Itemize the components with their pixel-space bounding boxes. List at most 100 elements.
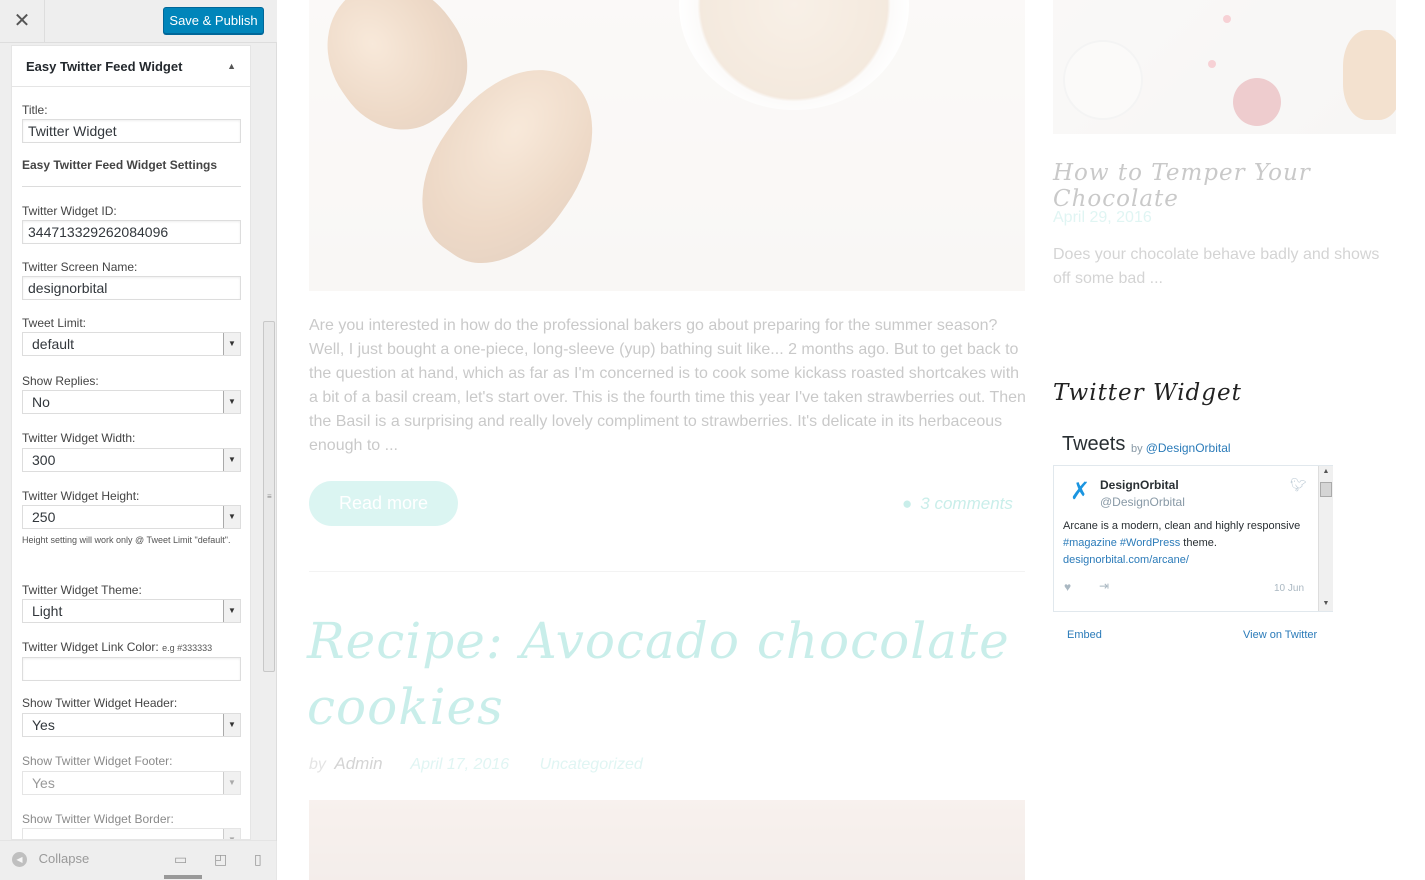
- dropdown-arrow-icon[interactable]: ▼: [223, 506, 240, 528]
- sidebar-post-title[interactable]: How to Temper Your Chocolate: [1053, 160, 1425, 212]
- post-featured-image[interactable]: [309, 0, 1025, 291]
- height-hint: Height setting will work only @ Tweet Li…: [22, 535, 231, 545]
- close-icon[interactable]: ✕: [0, 0, 45, 42]
- scrollbar-thumb[interactable]: ≡: [263, 321, 275, 672]
- dropdown-arrow-icon[interactable]: ▼: [223, 391, 240, 413]
- hashtag-link[interactable]: #WordPress: [1120, 537, 1180, 549]
- width-label: Twitter Widget Width:: [22, 431, 136, 445]
- customizer-header: ✕ Save & Publish: [0, 0, 277, 43]
- mobile-icon[interactable]: ▯: [254, 851, 262, 868]
- sidebar-post-date: April 29, 2016: [1053, 209, 1152, 226]
- sidebar-post-image[interactable]: [1053, 0, 1396, 134]
- dropdown-arrow-icon[interactable]: ▼: [223, 714, 240, 736]
- comments-link[interactable]: ● 3 comments: [902, 494, 1013, 514]
- post-date[interactable]: April 17, 2016: [410, 756, 509, 773]
- screen-name-label: Twitter Screen Name:: [22, 260, 138, 274]
- show-header-label: Show Twitter Widget Header:: [22, 696, 178, 710]
- dropdown-arrow-icon[interactable]: ▼: [223, 829, 240, 839]
- post-meta: by Admin April 17, 2016 Uncategorized: [309, 754, 643, 774]
- tweet-text-after: theme.: [1180, 537, 1217, 549]
- collapse-arrow-icon[interactable]: ▲: [227, 46, 236, 86]
- show-footer-label: Show Twitter Widget Footer:: [22, 754, 173, 768]
- view-on-twitter-link[interactable]: View on Twitter: [1243, 629, 1317, 641]
- height-label: Twitter Widget Height:: [22, 489, 140, 503]
- dropdown-arrow-icon[interactable]: ▼: [223, 333, 240, 355]
- post-excerpt: Are you interested in how do the profess…: [309, 317, 1026, 454]
- tweet-feed-scrollbar[interactable]: ▲ ▼: [1318, 466, 1333, 611]
- screen-name-input[interactable]: designorbital: [22, 276, 241, 300]
- active-device-indicator: [164, 875, 202, 879]
- tweet-date[interactable]: 10 Jun: [1274, 583, 1304, 594]
- show-header-select[interactable]: Yes ▼: [22, 713, 241, 737]
- scrollbar-thumb[interactable]: [1320, 482, 1332, 497]
- site-preview: Are you interested in how do the profess…: [277, 0, 1425, 880]
- post-author[interactable]: Admin: [334, 754, 382, 773]
- tweet-author-handle[interactable]: @DesignOrbital: [1100, 495, 1185, 509]
- show-replies-value: No: [32, 394, 50, 410]
- widget-id-label: Twitter Widget ID:: [22, 204, 117, 218]
- tweet-url-link[interactable]: designorbital.com/arcane/: [1063, 554, 1189, 566]
- theme-label: Twitter Widget Theme:: [22, 583, 142, 597]
- twitter-widget-heading: Twitter Widget: [1053, 380, 1242, 406]
- sidebar-scrollbar[interactable]: ≡: [262, 45, 277, 840]
- tweets-by: by @DesignOrbital: [1131, 441, 1231, 455]
- save-publish-button[interactable]: Save & Publish: [163, 7, 264, 34]
- by-handle-link[interactable]: @DesignOrbital: [1146, 441, 1231, 455]
- link-color-label: Twitter Widget Link Color: e.g #333333: [22, 640, 212, 654]
- show-replies-select[interactable]: No ▼: [22, 390, 241, 414]
- jar-shape: [1233, 78, 1281, 126]
- tweet-limit-label: Tweet Limit:: [22, 316, 87, 330]
- theme-select[interactable]: Light ▼: [22, 599, 241, 623]
- tweet-limit-select[interactable]: default ▼: [22, 332, 241, 356]
- show-border-select[interactable]: ▼: [22, 828, 241, 839]
- show-header-value: Yes: [32, 717, 55, 733]
- twitter-bird-icon[interactable]: 🐦︎: [1290, 477, 1307, 493]
- link-color-label-text: Twitter Widget Link Color:: [22, 640, 159, 654]
- dropdown-arrow-icon[interactable]: ▼: [223, 772, 240, 794]
- tablet-icon[interactable]: ◰: [214, 851, 227, 868]
- tweet-feed: ✗ DesignOrbital @DesignOrbital 🐦︎ Arcane…: [1053, 465, 1333, 612]
- hashtag-link[interactable]: #magazine: [1063, 537, 1117, 549]
- post-featured-image[interactable]: [309, 800, 1025, 880]
- twitter-timeline: Tweets by @DesignOrbital ✗ DesignOrbital…: [1053, 428, 1333, 648]
- widget-panel: Easy Twitter Feed Widget ▲ Title: Twitte…: [11, 45, 251, 840]
- read-more-button[interactable]: Read more: [309, 481, 458, 526]
- berry-shape: [1223, 15, 1231, 23]
- customizer-sidebar: ✕ Save & Publish Easy Twitter Feed Widge…: [0, 0, 277, 880]
- comment-bubble-icon: ●: [902, 494, 913, 513]
- link-color-input[interactable]: [22, 657, 241, 681]
- title-input[interactable]: Twitter Widget: [22, 119, 241, 143]
- widget-id-input[interactable]: 344713329262084096: [22, 220, 241, 244]
- sidebar-post-excerpt: Does your chocolate behave badly and sho…: [1053, 246, 1380, 287]
- like-heart-icon[interactable]: ♥: [1064, 580, 1071, 594]
- tweet-limit-value: default: [32, 336, 75, 352]
- tweet-text-before: Arcane is a modern, clean and highly res…: [1063, 520, 1301, 532]
- height-value: 250: [32, 509, 56, 525]
- post-category[interactable]: Uncategorized: [540, 756, 643, 773]
- tweets-label: Tweets: [1062, 433, 1126, 455]
- post-title[interactable]: Recipe: Avocado chocolate cookies: [307, 608, 1027, 740]
- widget-panel-header[interactable]: Easy Twitter Feed Widget ▲: [12, 46, 250, 87]
- collapse-button[interactable]: ◀ Collapse: [12, 851, 89, 868]
- title-label: Title:: [22, 103, 48, 117]
- scroll-down-arrow-icon[interactable]: ▼: [1319, 600, 1333, 607]
- width-select[interactable]: 300 ▼: [22, 448, 241, 472]
- post-separator: [309, 571, 1025, 572]
- desktop-icon[interactable]: ▭: [174, 851, 187, 868]
- settings-heading: Easy Twitter Feed Widget Settings: [22, 158, 218, 172]
- link-color-hint: e.g #333333: [162, 643, 213, 653]
- theme-value: Light: [32, 603, 63, 619]
- height-select[interactable]: 250 ▼: [22, 505, 241, 529]
- scroll-up-arrow-icon[interactable]: ▲: [1319, 468, 1333, 475]
- show-footer-select[interactable]: Yes ▼: [22, 771, 241, 795]
- designorbital-logo-icon[interactable]: ✗: [1068, 480, 1092, 504]
- dropdown-arrow-icon[interactable]: ▼: [223, 600, 240, 622]
- dropdown-arrow-icon[interactable]: ▼: [223, 449, 240, 471]
- share-icon[interactable]: ⇥: [1099, 579, 1109, 593]
- berry-shape: [1208, 60, 1216, 68]
- show-footer-value: Yes: [32, 775, 55, 791]
- bowl-shape: [1063, 40, 1143, 120]
- post-by: by: [309, 756, 326, 773]
- embed-link[interactable]: Embed: [1067, 629, 1102, 641]
- tweet-author-name[interactable]: DesignOrbital: [1100, 478, 1179, 492]
